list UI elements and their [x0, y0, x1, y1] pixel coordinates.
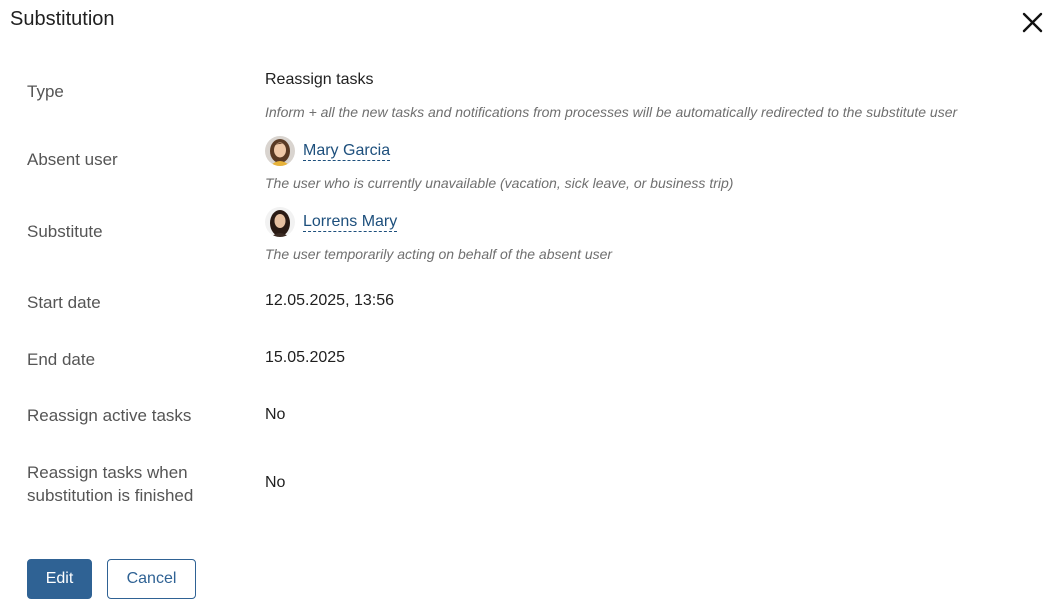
absent-user-label: Absent user [27, 150, 118, 169]
reassign-finished-label-line2: substitution is finished [27, 486, 194, 505]
start-date-value: 12.05.2025, 13:56 [265, 292, 395, 309]
reassign-finished-label: Reassign tasks when substitution is fini… [27, 461, 193, 507]
cancel-button[interactable]: Cancel [107, 559, 196, 599]
edit-button[interactable]: Edit [27, 559, 92, 599]
substitute-hint: The user temporarily acting on behalf of… [265, 246, 613, 262]
substitute-user: Lorrens Mary [265, 207, 398, 237]
absent-user-link[interactable]: Mary Garcia [303, 142, 391, 161]
reassign-finished-value: No [265, 474, 286, 491]
start-date-label: Start date [27, 293, 101, 312]
absent-user-avatar [265, 136, 295, 166]
substitute-label: Substitute [27, 222, 103, 241]
substitute-avatar [265, 207, 295, 237]
reassign-finished-label-line1: Reassign tasks when [27, 463, 188, 482]
reassign-active-label: Reassign active tasks [27, 406, 192, 425]
close-button[interactable] [1019, 9, 1047, 37]
end-date-value: 15.05.2025 [265, 349, 346, 366]
substitution-dialog: Substitution Type Reassign tasks Inform … [0, 0, 1049, 604]
end-date-label: End date [27, 350, 96, 369]
absent-user-hint: The user who is currently unavailable (v… [265, 175, 734, 191]
reassign-active-value: No [265, 406, 286, 423]
close-icon [1022, 12, 1043, 33]
dialog-title: Substitution [10, 8, 115, 30]
absent-user: Mary Garcia [265, 136, 391, 166]
type-label: Type [27, 82, 64, 101]
type-hint: Inform + all the new tasks and notificat… [265, 104, 958, 120]
substitute-user-link[interactable]: Lorrens Mary [303, 213, 398, 232]
type-value: Reassign tasks [265, 71, 374, 88]
